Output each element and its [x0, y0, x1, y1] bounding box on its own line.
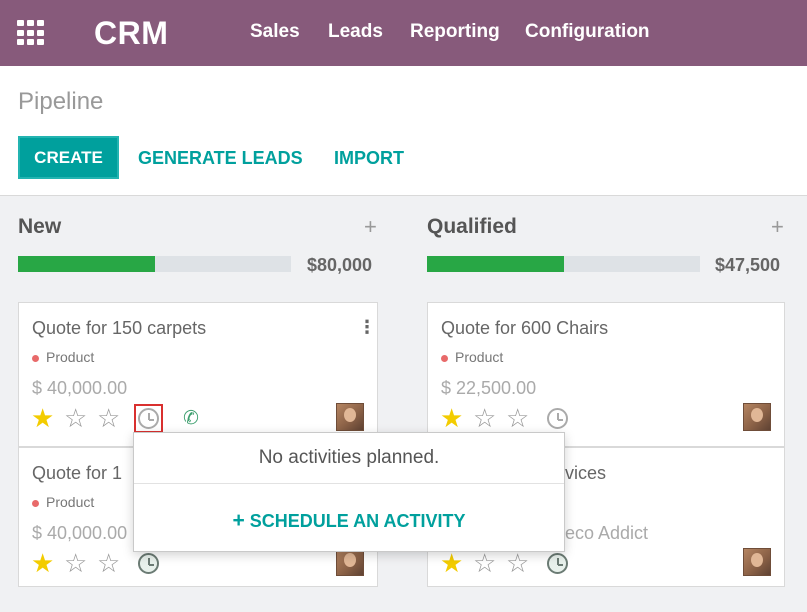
column-new-add-icon[interactable]: +: [364, 214, 377, 240]
column-qualified-total: $47,500: [715, 255, 781, 275]
schedule-activity-label: SCHEDULE AN ACTIVITY: [249, 511, 466, 531]
star-icon[interactable]: ☆: [97, 403, 120, 433]
menu-reporting[interactable]: Reporting: [410, 21, 500, 43]
plus-icon: +: [232, 509, 245, 532]
clock-icon[interactable]: [138, 553, 159, 574]
lead-card-title: vices: [565, 463, 607, 483]
schedule-activity-button[interactable]: + SCHEDULE AN ACTIVITY: [134, 509, 564, 533]
star-icon[interactable]: ★: [31, 403, 54, 433]
star-icon[interactable]: ☆: [473, 403, 496, 433]
no-activities-text: No activities planned.: [258, 447, 440, 468]
star-icon[interactable]: ☆: [64, 548, 87, 578]
avatar[interactable]: [336, 403, 364, 431]
clock-icon[interactable]: [138, 408, 159, 429]
app-brand[interactable]: CRM: [94, 15, 168, 52]
star-icon[interactable]: ☆: [506, 403, 529, 433]
top-navbar: CRM Sales Leads Reporting Configuration: [0, 0, 807, 66]
breadcrumb: Pipeline: [18, 88, 104, 115]
menu-sales[interactable]: Sales: [250, 21, 300, 43]
star-icon[interactable]: ★: [31, 548, 54, 578]
lead-customer: eco Addict: [565, 523, 649, 543]
star-icon[interactable]: ☆: [506, 548, 529, 578]
menu-configuration[interactable]: Configuration: [525, 21, 650, 43]
lead-tag-label: Product: [46, 494, 95, 510]
avatar[interactable]: [336, 548, 364, 576]
phone-plus-icon[interactable]: ✆: [183, 407, 199, 430]
lead-tag: Product: [441, 349, 503, 365]
column-new-progress-bar[interactable]: [18, 256, 291, 272]
generate-leads-button[interactable]: GENERATE LEADS: [138, 148, 303, 169]
column-new-title: New: [18, 215, 62, 238]
lead-tag-label: Product: [455, 349, 504, 365]
kebab-menu-icon[interactable]: ⋮: [358, 317, 376, 338]
column-qualified-progress-fill: [427, 256, 564, 272]
star-icon[interactable]: ☆: [473, 548, 496, 578]
avatar[interactable]: [743, 548, 771, 576]
clock-icon[interactable]: [547, 408, 568, 429]
lead-card-title: Quote for 1: [32, 463, 123, 483]
star-icon[interactable]: ★: [440, 403, 463, 433]
control-panel: Pipeline CREATE GENERATE LEADS IMPORT: [0, 66, 807, 196]
activity-popover: No activities planned. + SCHEDULE AN ACTI…: [133, 432, 565, 552]
lead-card-title: Quote for 600 Chairs: [441, 318, 609, 338]
lead-amount: $ 40,000.00: [32, 378, 128, 398]
create-button[interactable]: CREATE: [18, 136, 119, 179]
lead-card-1[interactable]: Quote for 150 carpets ⋮ Product $ 40,000…: [18, 302, 378, 447]
avatar[interactable]: [743, 403, 771, 431]
star-icon[interactable]: ☆: [64, 403, 87, 433]
column-qualified-progress-bar[interactable]: [427, 256, 700, 272]
column-new-total: $80,000: [307, 255, 373, 275]
apps-grid-icon[interactable]: [17, 20, 45, 46]
lead-tag: Product: [32, 349, 94, 365]
lead-amount: $ 22,500.00: [441, 378, 537, 398]
lead-card-3[interactable]: Quote for 600 Chairs Product $ 22,500.00…: [427, 302, 785, 447]
column-new-progress-fill: [18, 256, 155, 272]
menu-leads[interactable]: Leads: [328, 21, 383, 43]
star-icon[interactable]: ☆: [97, 548, 120, 578]
star-icon[interactable]: ★: [440, 548, 463, 578]
import-button[interactable]: IMPORT: [334, 148, 404, 169]
lead-tag: Product: [32, 494, 94, 510]
lead-card-title: Quote for 150 carpets: [32, 318, 207, 338]
lead-amount: $ 40,000.00: [32, 523, 128, 543]
column-qualified-add-icon[interactable]: +: [771, 214, 784, 240]
column-qualified-title: Qualified: [427, 215, 517, 238]
clock-icon[interactable]: [547, 553, 568, 574]
popover-divider: [134, 483, 564, 484]
lead-tag-label: Product: [46, 349, 95, 365]
